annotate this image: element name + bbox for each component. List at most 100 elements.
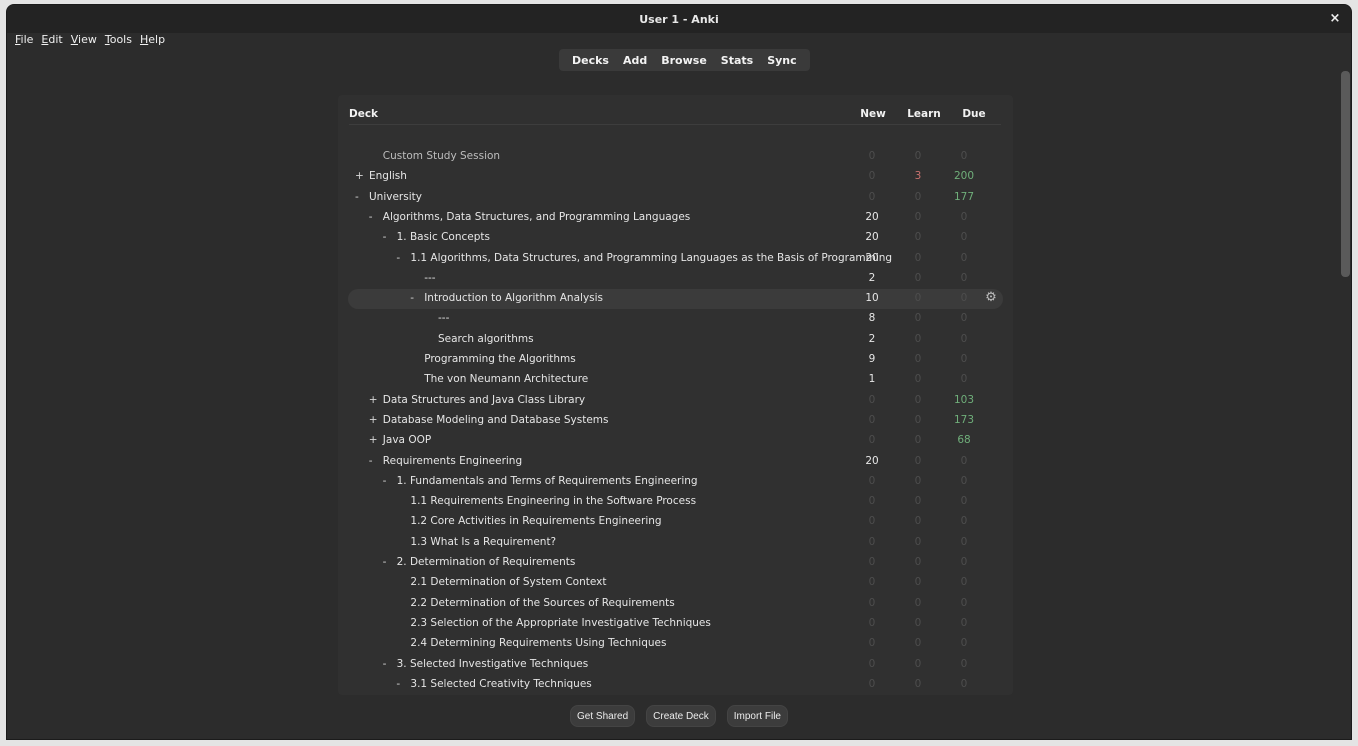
due-count: 177: [953, 190, 975, 203]
deck-link[interactable]: Java OOP: [383, 434, 431, 446]
toolbar-add-link[interactable]: Add: [616, 54, 654, 67]
menu-view[interactable]: View: [70, 33, 102, 53]
collapse-toggle[interactable]: -: [383, 475, 397, 487]
deck-link[interactable]: Programming the Algorithms: [424, 353, 576, 365]
deck-name-cell: - Requirements Engineering: [369, 455, 522, 467]
collapse-toggle[interactable]: -: [369, 211, 383, 223]
deck-link[interactable]: 2.3 Selection of the Appropriate Investi…: [410, 617, 710, 629]
deck-link[interactable]: 2. Determination of Requirements: [397, 556, 576, 568]
header-learn: Learn: [907, 108, 941, 120]
deck-link[interactable]: Search algorithms: [438, 333, 534, 345]
collapse-toggle[interactable]: -: [383, 658, 397, 670]
learn-count: 0: [914, 393, 922, 406]
learn-count: 0: [914, 515, 922, 528]
import-file-button[interactable]: Import File: [726, 705, 788, 727]
deck-row: -1. Fundamentals and Terms of Requiremen…: [348, 472, 1003, 492]
deck-name-cell: -3. Selected Investigative Techniques: [383, 658, 589, 670]
toolbar-browse-link[interactable]: Browse: [654, 54, 714, 67]
create-deck-button[interactable]: Create Deck: [646, 705, 716, 727]
deck-name-cell: 1.1 Requirements Engineering in the Soft…: [396, 495, 696, 507]
learn-count: 3: [914, 170, 922, 183]
due-count: 0: [960, 150, 968, 162]
deck-link[interactable]: 1. Fundamentals and Terms of Requirement…: [397, 475, 698, 487]
collapse-toggle[interactable]: -: [369, 455, 383, 467]
deck-link[interactable]: ---: [438, 312, 449, 324]
deck-name-cell: 2.2 Determination of the Sources of Requ…: [396, 597, 674, 609]
toolbar-sync-link[interactable]: Sync: [760, 54, 803, 67]
due-count: 0: [960, 616, 968, 629]
deck-row: - Algorithms, Data Structures, and Progra…: [348, 208, 1003, 228]
get-shared-button[interactable]: Get Shared: [570, 705, 636, 727]
deck-link[interactable]: ---: [424, 272, 435, 284]
deck-row: -3. Selected Investigative Techniques 0 0 0: [348, 655, 1003, 675]
header-deck: Deck: [349, 108, 379, 120]
learn-count: 0: [914, 353, 922, 365]
menu-file[interactable]: File: [14, 33, 38, 53]
collapse-toggle[interactable]: -: [383, 556, 397, 568]
menu-help[interactable]: Help: [139, 33, 170, 53]
new-count: 0: [868, 515, 876, 528]
deck-row: 2.4 Determining Requirements Using Techn…: [348, 634, 1003, 654]
deck-link[interactable]: 2.1 Determination of System Context: [410, 576, 606, 588]
deck-link[interactable]: 1.1 Requirements Engineering in the Soft…: [410, 495, 696, 507]
due-count: 0: [960, 495, 968, 508]
deck-link[interactable]: Requirements Engineering: [383, 455, 522, 467]
deck-name-cell: + English: [355, 170, 407, 182]
due-count: 0: [960, 292, 968, 305]
deck-link[interactable]: Data Structures and Java Class Library: [383, 394, 585, 406]
toolbar-decks-link[interactable]: Decks: [565, 54, 616, 67]
new-count: 0: [868, 616, 876, 629]
deck-link[interactable]: Database Modeling and Database Systems: [383, 414, 609, 426]
deck-link[interactable]: 1.2 Core Activities in Requirements Engi…: [410, 515, 661, 527]
deck-link[interactable]: The von Neumann Architecture: [424, 373, 588, 385]
learn-count: 0: [914, 556, 922, 568]
due-count: 0: [960, 576, 968, 589]
collapse-toggle[interactable]: -: [410, 292, 424, 304]
deck-table-header: Deck New Learn Due: [349, 103, 1001, 125]
deck-link[interactable]: 2.4 Determining Requirements Using Techn…: [410, 637, 666, 649]
expand-toggle[interactable]: +: [369, 434, 383, 446]
deck-name-cell: + Java OOP: [369, 434, 431, 446]
menu-label: elp: [148, 33, 166, 46]
expand-toggle[interactable]: +: [369, 414, 383, 426]
deck-row: Search algorithms 2 0 0: [348, 330, 1003, 350]
menu-edit[interactable]: Edit: [40, 33, 67, 53]
deck-link[interactable]: Algorithms, Data Structures, and Program…: [383, 211, 690, 223]
new-count: 0: [868, 596, 876, 609]
learn-count: 0: [914, 576, 922, 589]
due-count: 0: [960, 535, 968, 548]
new-count: 0: [868, 190, 876, 203]
close-icon[interactable]: ×: [1327, 11, 1343, 27]
deck-link[interactable]: 1.3 What Is a Requirement?: [410, 536, 556, 548]
due-count: 0: [960, 657, 968, 670]
collapse-toggle[interactable]: -: [355, 191, 369, 203]
collapse-toggle[interactable]: -: [396, 252, 410, 264]
due-count: 0: [960, 251, 968, 264]
expand-toggle[interactable]: +: [355, 170, 369, 182]
toolbar-stats-link[interactable]: Stats: [714, 54, 760, 67]
new-count: 0: [868, 495, 876, 508]
vertical-scrollbar[interactable]: [1341, 71, 1350, 277]
due-count: 0: [960, 210, 968, 223]
deck-link[interactable]: 3.1 Selected Creativity Techniques: [410, 678, 591, 690]
collapse-toggle[interactable]: -: [396, 678, 410, 690]
deck-link[interactable]: Custom Study Session: [383, 150, 500, 162]
deck-link[interactable]: English: [369, 170, 407, 182]
deck-name-cell: + Data Structures and Java Class Library: [369, 394, 585, 406]
deck-link[interactable]: University: [369, 191, 422, 203]
deck-row: + Data Structures and Java Class Library 0…: [348, 391, 1003, 411]
deck-link[interactable]: 2.2 Determination of the Sources of Requ…: [410, 597, 674, 609]
deck-link[interactable]: Introduction to Algorithm Analysis: [424, 292, 603, 304]
deck-link[interactable]: 1.1 Algorithms, Data Structures, and Pro…: [410, 252, 892, 264]
deck-link[interactable]: 1. Basic Concepts: [397, 231, 490, 243]
new-count: 2: [868, 332, 876, 345]
deck-row: --- 2 0 0: [348, 269, 1003, 289]
collapse-toggle[interactable]: -: [383, 231, 397, 243]
anki-window: User 1 - Anki × File Edit View Tools Help De…: [6, 4, 1352, 740]
deck-link[interactable]: 3. Selected Investigative Techniques: [397, 658, 589, 670]
menu-tools[interactable]: Tools: [104, 33, 137, 53]
deck-name-cell: -1.1 Algorithms, Data Structures, and Pr…: [396, 252, 892, 264]
gear-icon[interactable]: ⚙: [983, 290, 999, 306]
expand-toggle[interactable]: +: [369, 394, 383, 406]
deck-row: 1.2 Core Activities in Requirements Engi…: [348, 512, 1003, 532]
